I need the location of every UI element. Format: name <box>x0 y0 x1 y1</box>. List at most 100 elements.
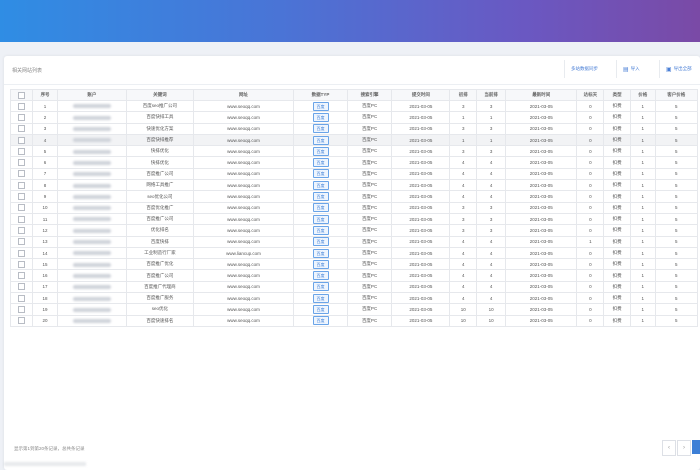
column-header[interactable]: 初排 <box>449 89 478 101</box>
row-number: 5 <box>32 145 58 158</box>
row-checkbox[interactable] <box>9 122 34 135</box>
data-type-cell: 百度 <box>293 292 348 305</box>
table-row[interactable]: 5 快排优化 www.seoqq.com 百度 百度PC 2021-03-05 3 3 2021… <box>9 145 699 158</box>
column-header[interactable]: 搜索引擎 <box>346 89 393 101</box>
row-checkbox[interactable] <box>9 314 34 327</box>
current-page-indicator[interactable] <box>692 440 700 454</box>
data-type-tag: 百度 <box>312 304 329 314</box>
current-rank-cell: 3 <box>476 201 507 214</box>
column-header[interactable]: 达标天 <box>576 89 605 101</box>
column-header[interactable]: 序号 <box>32 89 58 101</box>
row-checkbox[interactable] <box>9 111 34 124</box>
table-row[interactable]: 15 百度推广优化 www.seoqq.com 百度 百度PC 2021-03-05 4 4 2… <box>9 258 699 271</box>
keyword-cell: 百度推广公司 <box>125 212 194 226</box>
table-row[interactable]: 4 百度快排推荐 www.seoqq.com 百度 百度PC 2021-03-05 1 1 20… <box>9 133 699 147</box>
next-page-button[interactable]: › <box>677 440 691 456</box>
row-checkbox[interactable] <box>9 269 34 282</box>
initial-rank-cell: 4 <box>449 167 478 181</box>
table-row[interactable]: 7 百度推广公司 www.seoqq.com 百度 百度PC 2021-03-05 4 4 20… <box>9 167 699 181</box>
current-rank-cell: 4 <box>476 246 507 260</box>
checkbox-icon <box>18 272 26 280</box>
row-number: 8 <box>32 179 58 192</box>
price-cell: 1 <box>630 99 656 113</box>
engine-cell: 百度PC <box>346 246 393 260</box>
client-price-cell: 5 <box>654 111 699 124</box>
column-header[interactable]: 当前排 <box>476 89 507 101</box>
sync-button[interactable]: 多站数据同步 <box>564 60 615 78</box>
submit-date-cell: 2021-03-05 <box>391 201 451 214</box>
checkbox-icon <box>18 317 26 325</box>
price-cell: 1 <box>630 235 656 248</box>
import-button[interactable]: ▤ 导入 <box>616 60 655 78</box>
row-checkbox[interactable] <box>9 133 34 147</box>
table-row[interactable]: 16 百度推广公司 www.seoqq.com 百度 百度PC 2021-03-05 4 4 2… <box>9 269 699 282</box>
keyword-cell: 百度快排 <box>125 235 194 248</box>
pagination-summary: 显示第1到第20条记录，总共条记录 <box>14 446 85 451</box>
column-header[interactable]: 关键词 <box>125 89 194 101</box>
chevron-left-icon: ‹ <box>668 445 670 451</box>
column-header[interactable]: 客户价格 <box>654 89 699 101</box>
data-type-cell: 百度 <box>293 269 348 282</box>
table-row[interactable]: 2 百度快排工具 www.seoqq.com 百度 百度PC 2021-03-05 1 1 20… <box>9 111 699 124</box>
column-header[interactable]: 最新时间 <box>505 89 578 101</box>
column-header[interactable]: 提交时间 <box>391 89 451 101</box>
row-checkbox[interactable] <box>9 280 34 294</box>
checkbox-icon <box>18 238 26 246</box>
select-all-checkbox[interactable] <box>9 89 34 101</box>
table-row[interactable]: 1 百度seo推广公司 www.seoqq.com 百度 百度PC 2021-03-05 3… <box>9 99 699 113</box>
prev-page-button[interactable]: ‹ <box>662 440 676 456</box>
row-checkbox[interactable] <box>9 201 34 214</box>
column-header[interactable]: 类型 <box>603 89 632 101</box>
current-rank-cell: 4 <box>476 280 507 294</box>
row-checkbox[interactable] <box>9 303 34 316</box>
row-checkbox[interactable] <box>9 167 34 181</box>
client-price-cell: 5 <box>654 145 699 158</box>
data-type-tag: 百度 <box>312 214 329 224</box>
keyword-cell: 优化排名 <box>125 224 194 237</box>
row-checkbox[interactable] <box>9 235 34 248</box>
export-button[interactable]: ▣ 导出全部 <box>659 60 700 78</box>
price-cell: 1 <box>630 314 656 327</box>
row-checkbox[interactable] <box>9 179 34 192</box>
column-header[interactable]: 价格 <box>630 89 656 101</box>
table-row[interactable]: 10 百度优化推广 www.seoqq.com 百度 百度PC 2021-03-05 3 3 2… <box>9 201 699 214</box>
table-row[interactable]: 17 百度推广代理商 www.seoqq.com 百度 百度PC 2021-03-05 4 4… <box>9 280 699 294</box>
table-row[interactable]: 12 优化排名 www.seoqq.com 百度 百度PC 2021-03-05 3 3 202… <box>9 224 699 237</box>
current-rank-cell: 1 <box>476 133 507 147</box>
row-number: 6 <box>32 156 58 169</box>
table-row[interactable]: 18 百度推广服务 www.seoqq.com 百度 百度PC 2021-03-05 4 4 2… <box>9 292 699 305</box>
row-checkbox[interactable] <box>9 258 34 271</box>
column-header[interactable]: 数据TYP <box>293 89 348 101</box>
row-checkbox[interactable] <box>9 190 34 203</box>
table-row[interactable]: 3 快速优化方案 www.seoqq.com 百度 百度PC 2021-03-05 3 3 20… <box>9 122 699 135</box>
initial-rank-cell: 4 <box>449 280 478 294</box>
table-row[interactable]: 9 seo优化公司 www.seoqq.com 百度 百度PC 2021-03-05 4 4 2… <box>9 190 699 203</box>
account-redacted <box>72 262 111 267</box>
column-header[interactable]: 网址 <box>192 89 295 101</box>
type-cell: 扣费 <box>603 269 632 282</box>
data-type-cell: 百度 <box>293 303 348 316</box>
last-date-cell: 2021-03-05 <box>505 303 578 316</box>
table-row[interactable]: 19 seo优化 www.seoqq.com 百度 百度PC 2021-03-05 10 10… <box>9 303 699 316</box>
column-header[interactable]: 账户 <box>56 89 127 101</box>
row-checkbox[interactable] <box>9 292 34 305</box>
row-checkbox[interactable] <box>9 212 34 226</box>
row-checkbox[interactable] <box>9 224 34 237</box>
price-cell: 1 <box>630 258 656 271</box>
table-row[interactable]: 11 百度推广公司 www.seoqq.com 百度 百度PC 2021-03-05 3 3 2… <box>9 212 699 226</box>
table-row[interactable]: 14 工业制造行厂家 www.liancup.com 百度 百度PC 2021-03-05… <box>9 246 699 260</box>
price-cell: 1 <box>630 280 656 294</box>
client-price-cell: 5 <box>654 235 699 248</box>
table-row[interactable]: 13 百度快排 www.seoqq.com 百度 百度PC 2021-03-05 4 4 202… <box>9 235 699 248</box>
table-row[interactable]: 8 网络工具推广 www.seoqq.com 百度 百度PC 2021-03-05 4 4 20… <box>9 179 699 192</box>
data-type-cell: 百度 <box>293 99 348 113</box>
initial-rank-cell: 10 <box>449 314 478 327</box>
current-rank-cell: 1 <box>476 111 507 124</box>
row-checkbox[interactable] <box>9 156 34 169</box>
table-row[interactable]: 6 快排优化 www.seoqq.com 百度 百度PC 2021-03-05 4 4 2021… <box>9 156 699 169</box>
table-row[interactable]: 20 百度快速排名 www.seoqq.com 百度 百度PC 2021-03-05 10 1… <box>9 314 699 327</box>
initial-rank-cell: 3 <box>449 99 478 113</box>
row-checkbox[interactable] <box>9 246 34 260</box>
row-checkbox[interactable] <box>9 99 34 113</box>
row-checkbox[interactable] <box>9 145 34 158</box>
